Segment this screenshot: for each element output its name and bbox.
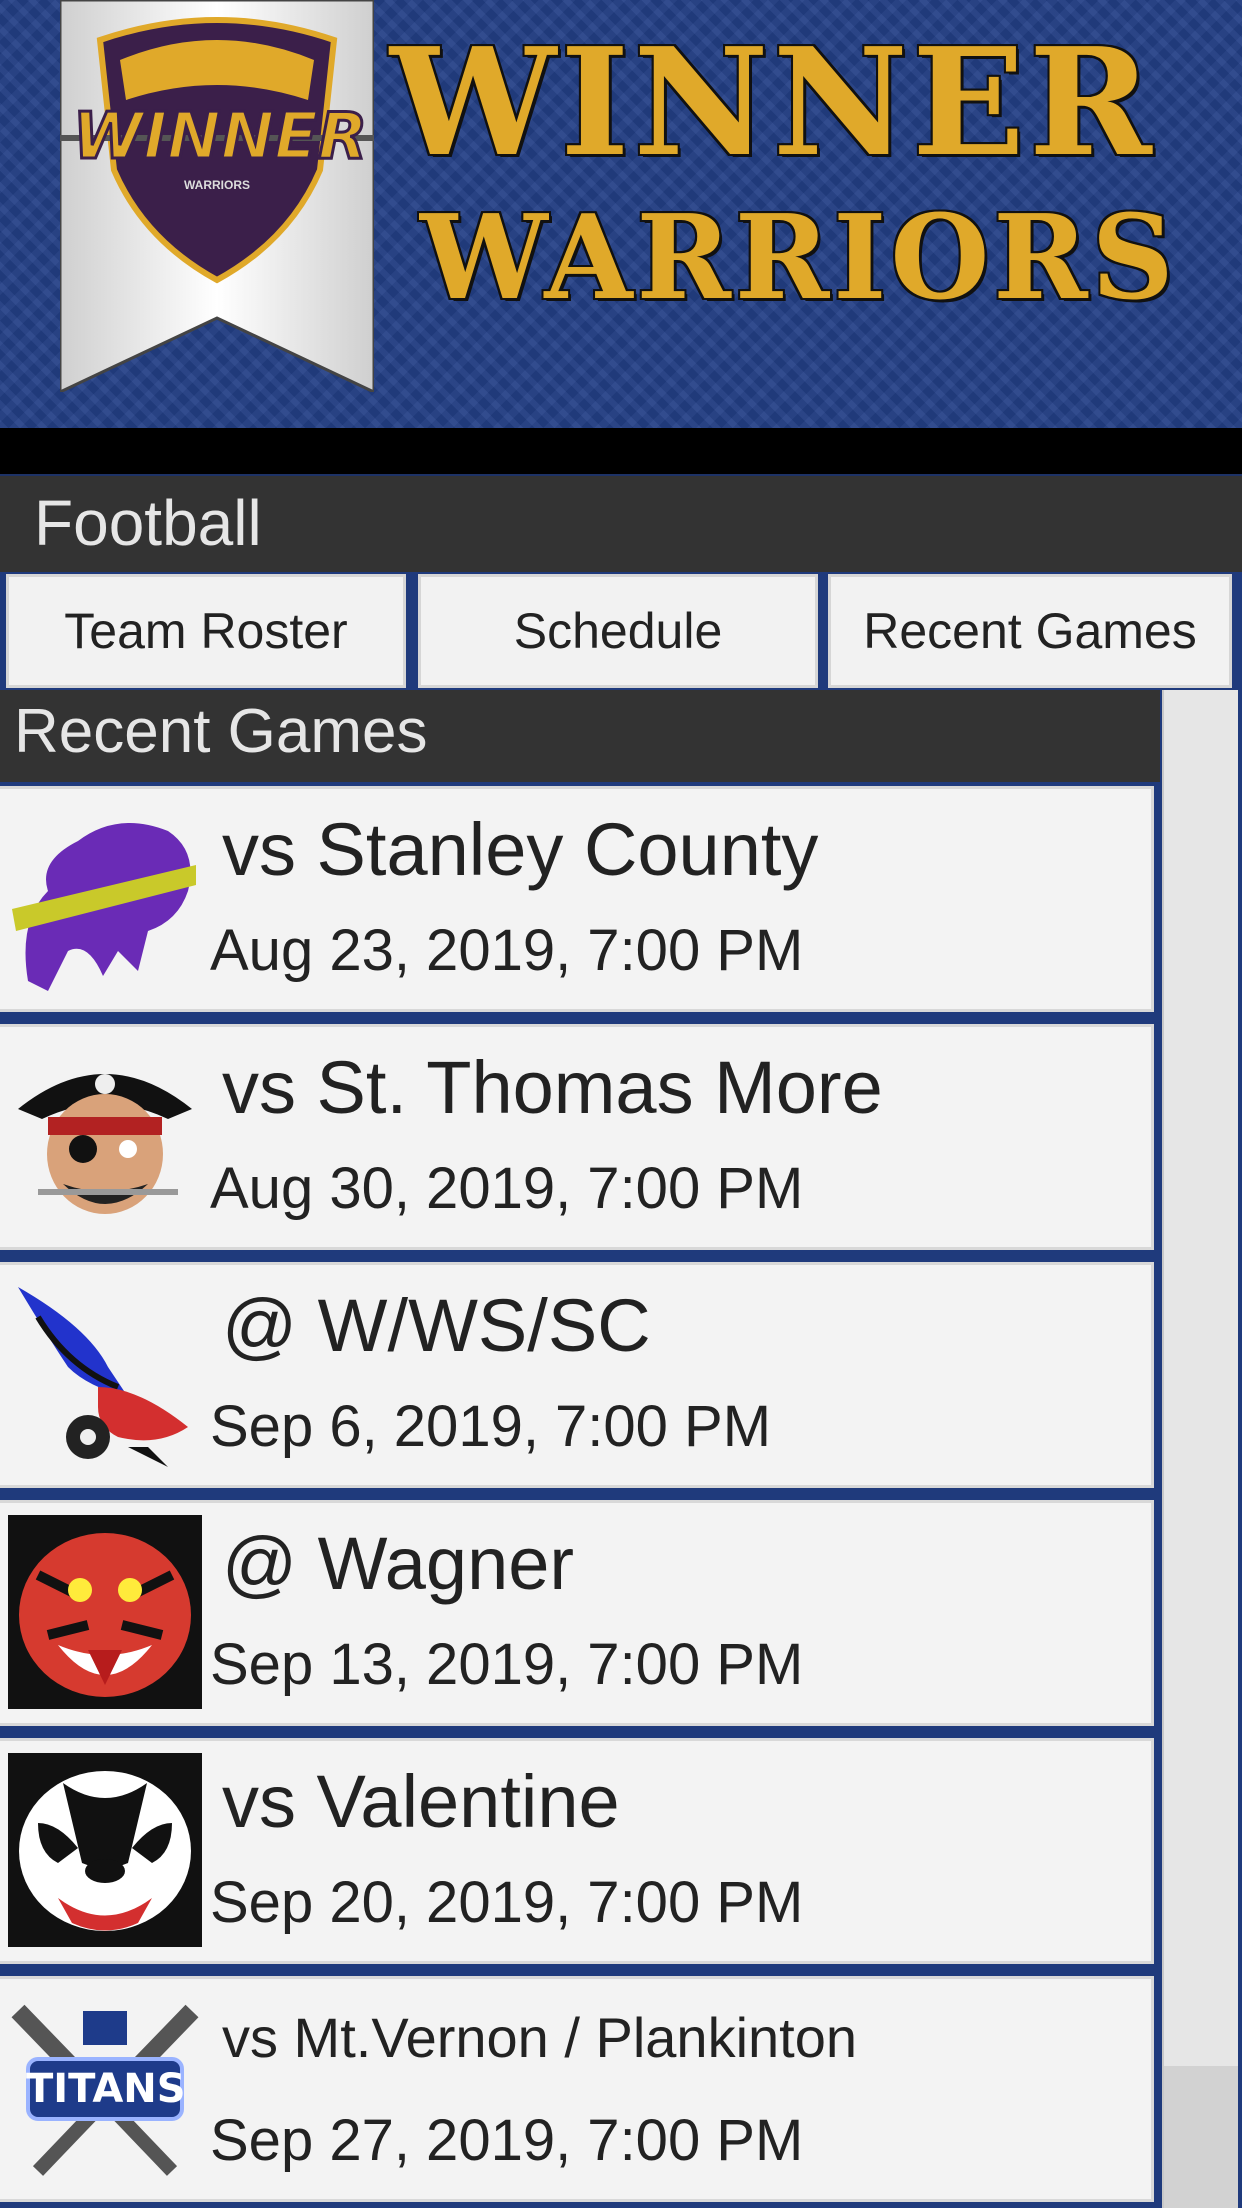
scrollbar-track[interactable]: [1162, 690, 1238, 2208]
team-logo-banner: WINNER WARRIORS: [60, 0, 374, 392]
scrollbar-thumb[interactable]: [1164, 2066, 1238, 2208]
badger-logo-icon: [8, 1753, 202, 1947]
title-line-1: WINNER: [388, 15, 1156, 189]
game-opponent: vs Stanley County: [222, 808, 819, 891]
titans-logo-icon: TITANS: [8, 1991, 202, 2185]
section-title: Recent Games: [14, 697, 428, 766]
game-date: Sep 20, 2019, 7:00 PM: [210, 1870, 804, 1935]
game-row[interactable]: vs St. Thomas More Aug 30, 2019, 7:00 PM: [0, 1024, 1154, 1250]
game-row[interactable]: TITANS vs Mt.Vernon / Plankinton Sep 27,…: [0, 1976, 1154, 2202]
game-row[interactable]: vs Stanley County Aug 23, 2019, 7:00 PM: [0, 786, 1154, 1012]
game-opponent: @ Wagner: [222, 1522, 575, 1605]
game-date: Sep 6, 2019, 7:00 PM: [210, 1394, 772, 1459]
tab-recent-games[interactable]: Recent Games: [828, 574, 1232, 688]
logo-text: WINNER: [71, 99, 369, 176]
tab-bar: Team Roster Schedule Recent Games: [0, 572, 1242, 690]
header-divider: [0, 428, 1242, 474]
tab-team-roster[interactable]: Team Roster: [6, 574, 406, 688]
game-date: Sep 27, 2019, 7:00 PM: [210, 2108, 804, 2173]
game-opponent: vs Mt.Vernon / Plankinton: [222, 2006, 858, 2069]
game-row[interactable]: vs Valentine Sep 20, 2019, 7:00 PM: [0, 1738, 1154, 1964]
tab-schedule[interactable]: Schedule: [418, 574, 818, 688]
app-header: WINNER WARRIORS WINNER WARRIORS: [0, 0, 1242, 428]
sport-title: Football: [34, 487, 262, 559]
title-line-2: WARRIORS: [418, 190, 1178, 326]
game-date: Aug 30, 2019, 7:00 PM: [210, 1156, 804, 1221]
game-opponent: @ W/WS/SC: [222, 1284, 651, 1367]
buffalo-logo-icon: [8, 801, 202, 995]
game-opponent: vs Valentine: [222, 1760, 620, 1843]
tiger-logo-icon: [8, 1515, 202, 1709]
game-date: Aug 23, 2019, 7:00 PM: [210, 918, 804, 983]
game-date: Sep 13, 2019, 7:00 PM: [210, 1632, 804, 1697]
game-opponent: vs St. Thomas More: [222, 1046, 883, 1129]
game-row[interactable]: @ W/WS/SC Sep 6, 2019, 7:00 PM: [0, 1262, 1154, 1488]
titans-logo-text: TITANS: [26, 2066, 186, 2112]
sport-bar: Football: [0, 474, 1242, 572]
warriors-shield-icon: [60, 0, 374, 392]
game-row[interactable]: @ Wagner Sep 13, 2019, 7:00 PM: [0, 1500, 1154, 1726]
section-header: Recent Games: [0, 690, 1160, 782]
recent-games-panel: Recent Games vs Stanley County Aug 23, 2…: [0, 690, 1242, 2208]
eagle-logo-icon: [8, 1277, 202, 1471]
team-title: WINNER WARRIORS: [388, 15, 1210, 328]
logo-subtext: WARRIORS: [184, 178, 250, 192]
pirate-logo-icon: [8, 1039, 202, 1233]
